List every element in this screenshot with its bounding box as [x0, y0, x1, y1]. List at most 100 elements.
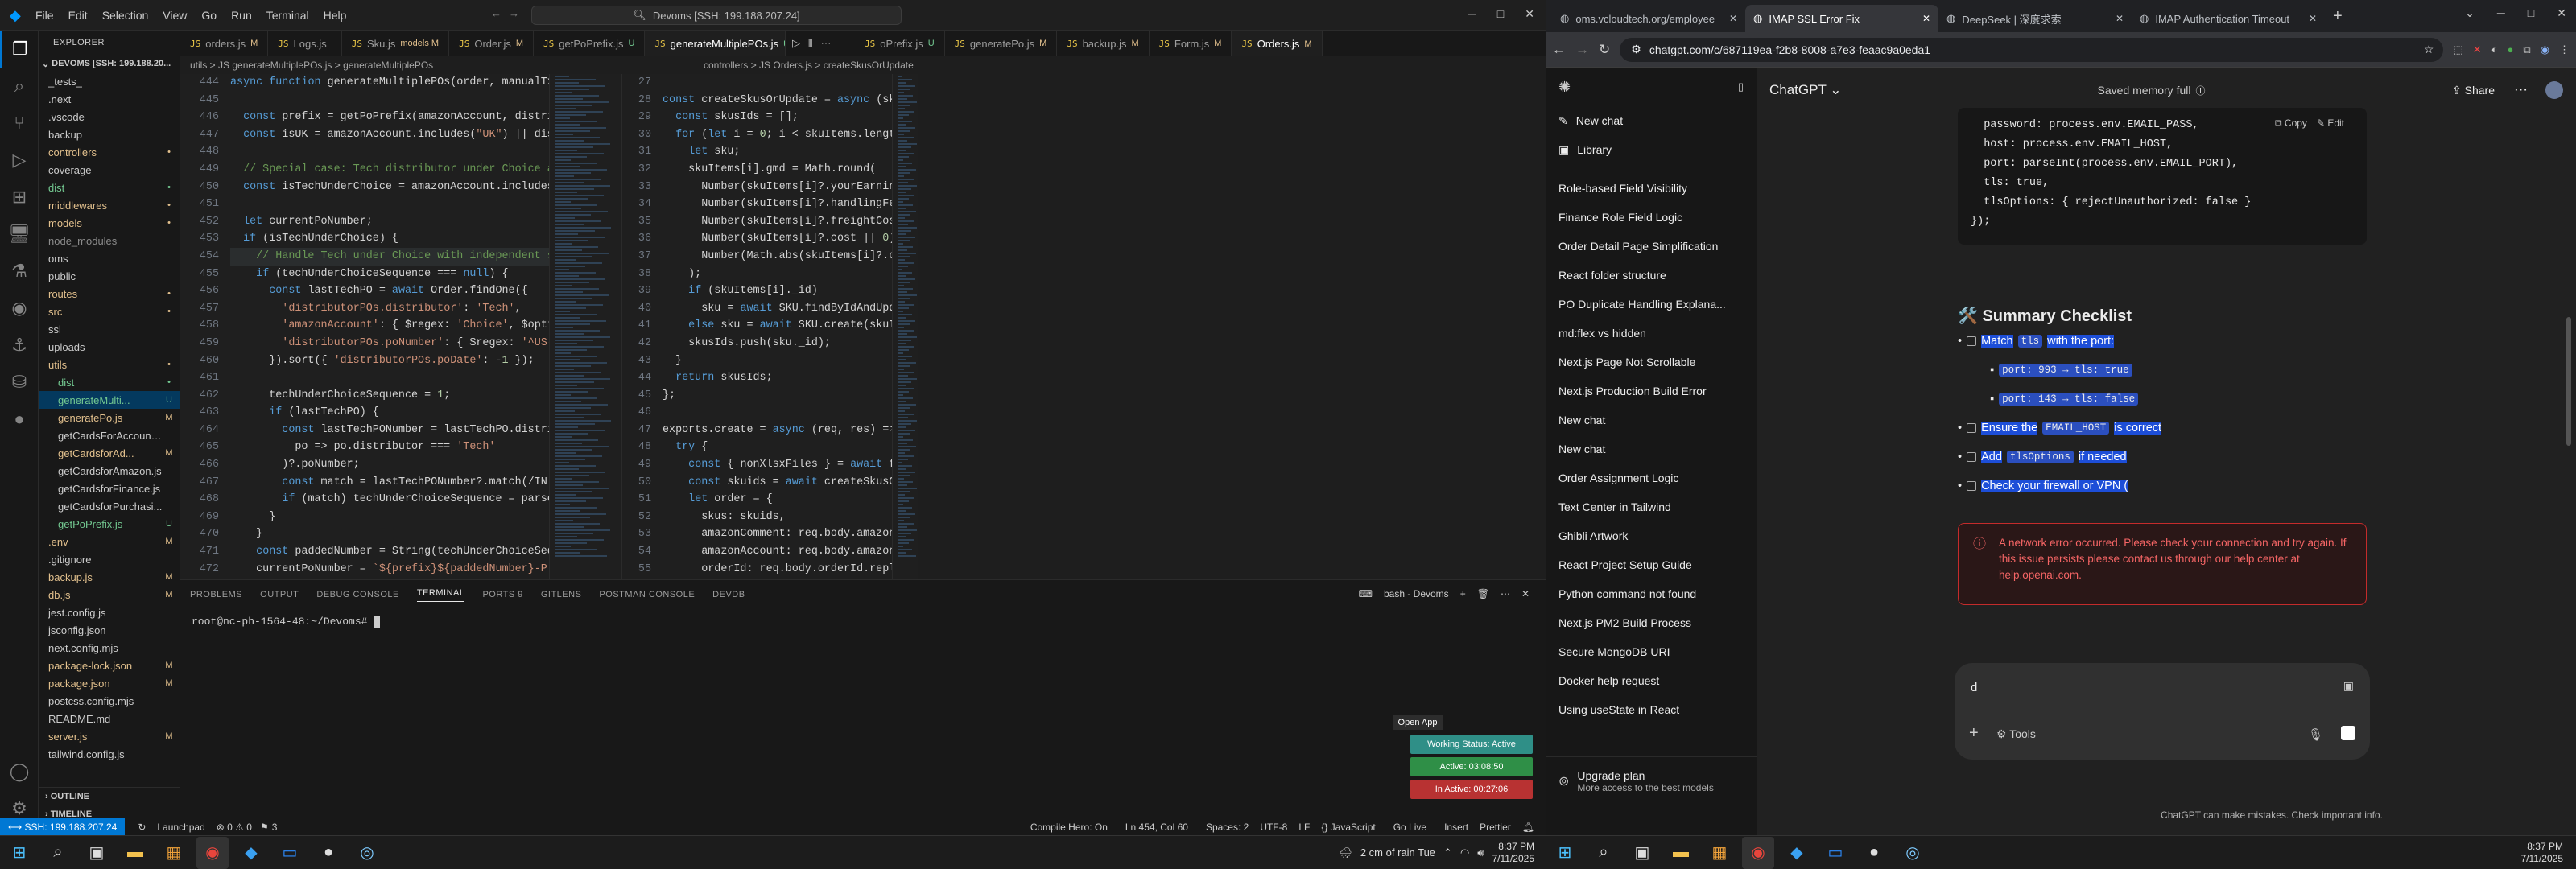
launchpad-button[interactable]: Launchpad [157, 822, 204, 833]
code-line[interactable] [663, 404, 892, 422]
tree-item[interactable]: middlewares • [39, 196, 180, 214]
editor-tab[interactable]: JS Logs.js [268, 31, 342, 56]
tree-item[interactable]: jsconfig.json [39, 621, 180, 639]
chrome-menu-icon[interactable]: ⋮ [2559, 43, 2570, 56]
clock[interactable]: 8:37 PM 7/11/2025 [1492, 841, 1535, 865]
memory-status[interactable]: Saved memory full [2098, 84, 2191, 97]
code-line[interactable]: }; [663, 387, 892, 405]
code-line[interactable]: skusIds.push(sku._id); [663, 335, 892, 352]
close-tab-icon[interactable]: ✕ [1922, 13, 1930, 24]
tree-item[interactable]: .env M [39, 533, 180, 550]
code-line[interactable]: const paddedNumber = String(techUnderCho… [230, 543, 549, 561]
code-line[interactable] [230, 92, 549, 109]
tree-item[interactable]: package.json M [39, 674, 180, 692]
code-line[interactable]: for (let i = 0; i < skuItems.length; i++… [663, 126, 892, 144]
code-content[interactable]: async function generateMultiplePOs(order… [230, 74, 549, 579]
close-tab-icon[interactable]: ✕ [2116, 13, 2124, 24]
code-line[interactable]: if (match) techUnderChoiceSequence = par… [230, 491, 549, 509]
tools-button[interactable]: ⚙︎ Tools [1996, 727, 2036, 741]
tree-item[interactable]: generateMulti... U [39, 391, 180, 409]
task-view-icon[interactable]: ▣ [80, 837, 113, 869]
tree-item[interactable]: utils • [39, 356, 180, 373]
code-line[interactable]: ); [663, 266, 892, 283]
edit-button[interactable]: ✎ Edit [2317, 117, 2344, 130]
code-line[interactable]: const { nonXlsxFiles } = await fileUploa… [663, 456, 892, 474]
checkbox-1[interactable] [1967, 336, 1977, 346]
windows-start-icon[interactable]: ⊞ [1549, 837, 1581, 869]
chat-composer[interactable]: d ▣ + ⚙︎ Tools 🎙︎ [1955, 663, 2370, 760]
code-line[interactable]: Number(skuItems[i]?.cost || 0) + [663, 230, 892, 248]
menu-item[interactable]: Terminal [266, 9, 309, 22]
more-options-icon[interactable]: ⋯ [2514, 82, 2528, 98]
chat-history-item[interactable]: PO Duplicate Handling Explana... [1546, 290, 1757, 319]
code-line[interactable]: if (techUnderChoiceSequence === null) { [230, 266, 549, 283]
code-line[interactable]: exports.create = async (req, res) => { [663, 422, 892, 439]
editor-tab[interactable]: JS getPoPrefix.js U [534, 31, 646, 56]
clock[interactable]: 8:37 PM 7/11/2025 [2521, 841, 2564, 865]
chat-history-item[interactable]: Secure MongoDB URI [1546, 637, 1757, 666]
search-icon[interactable]: ⌕ [0, 68, 39, 105]
extension-icon-2[interactable]: ✕ [2473, 43, 2482, 56]
terminal[interactable]: root@nc-ph-1564-48:~/Devoms# [180, 609, 1546, 634]
trash-icon[interactable]: 🗑︎ [1477, 588, 1489, 599]
zoom-icon[interactable]: ▭ [1819, 837, 1852, 869]
tree-item[interactable]: .vscode [39, 108, 180, 126]
problems-indicator[interactable]: ⊗ 0 ⚠ 0 [217, 822, 252, 833]
chat-history-item[interactable]: React Project Setup Guide [1546, 550, 1757, 579]
file-explorer-icon[interactable]: ▬ [119, 837, 151, 869]
editor-left[interactable]: 444 445 446 447 448 449 450 451 452 453 454 455 456 4… [180, 74, 549, 579]
tree-item[interactable]: backup [39, 126, 180, 143]
code-line[interactable]: techUnderChoiceSequence = 1; [230, 387, 549, 405]
tree-item[interactable]: backup.js M [39, 568, 180, 586]
tree-item[interactable]: dist • [39, 179, 180, 196]
browser-tab[interactable]: ◍ DeepSeek | 深度求索 ✕ [1938, 5, 2132, 32]
minimap-left[interactable] [549, 74, 621, 579]
account-icon[interactable]: ◯ [0, 753, 39, 790]
tree-item[interactable]: uploads [39, 338, 180, 356]
code-line[interactable]: let currentPoNumber; [230, 213, 549, 231]
code-line[interactable]: const skuids = await createSkusOrUpdate(… [663, 474, 892, 492]
more-icon[interactable]: ⋯ [820, 37, 831, 50]
new-tab-icon[interactable]: + [2333, 7, 2343, 26]
library-button[interactable]: ▣ Library [1546, 135, 1757, 164]
tree-item[interactable]: ssl [39, 320, 180, 338]
code-line[interactable]: // Special case: Tech distributor under … [230, 161, 549, 179]
code-line[interactable]: amazonComment: req.body.amazonComment, [663, 525, 892, 543]
tree-item[interactable]: getCardsforFinance.js [39, 480, 180, 497]
chat-history-item[interactable]: Role-based Field Visibility [1546, 174, 1757, 203]
bell-icon[interactable]: 🔔︎ [1522, 822, 1534, 833]
code-line[interactable]: async function generateMultiplePOs(order… [230, 74, 549, 92]
tree-item[interactable]: dist • [39, 373, 180, 391]
zoom-icon[interactable]: ▭ [274, 837, 306, 869]
code-line[interactable]: if (isTechUnderChoice) { [230, 230, 549, 248]
chat-history-item[interactable]: Next.js PM2 Build Process [1546, 608, 1757, 637]
chat-history-item[interactable]: Docker help request [1546, 666, 1757, 695]
url-bar[interactable]: ⚙︎ chatgpt.com/c/687119ea-f2b8-8008-a7e3-… [1620, 37, 2444, 62]
code-line[interactable]: const match = lastTechPONumber?.match(/I… [230, 474, 549, 492]
chat-history-item[interactable]: React folder structure [1546, 261, 1757, 290]
panel-tab[interactable]: GITLENS [541, 590, 582, 599]
model-selector[interactable]: ChatGPT ⌄ [1769, 82, 1842, 98]
ports-count[interactable]: 3 [272, 822, 278, 833]
panel-tab[interactable]: DEBUG CONSOLE [316, 590, 398, 599]
panel-tab[interactable]: PORTS 9 [482, 590, 522, 599]
nav-back-icon[interactable]: ← [491, 7, 502, 19]
close-icon[interactable]: ✕ [2557, 6, 2566, 20]
editor-right[interactable]: 27 28 29 30 31 32 33 34 35 36 37 38 39 40 41 42 43 44 45 46… [621, 74, 892, 579]
github-icon[interactable]: ● [1858, 837, 1890, 869]
chat-history-item[interactable]: Finance Role Field Logic [1546, 203, 1757, 232]
docker-icon[interactable]: ⚓︎ [0, 327, 39, 364]
code-line[interactable]: const skusIds = []; [663, 109, 892, 126]
github-icon[interactable]: ● [312, 837, 345, 869]
remote-indicator[interactable]: ⟷ SSH: 199.188.207.24 [0, 818, 126, 836]
panel-tab[interactable]: POSTMAN CONSOLE [599, 590, 695, 599]
code-line[interactable]: const lastTechPONumber = lastTechPO.dist… [230, 422, 549, 439]
memory-info-icon[interactable]: ⓘ [2195, 84, 2205, 97]
cursor-position[interactable]: Ln 454, Col 60 [1125, 822, 1188, 833]
tree-item[interactable]: db.js M [39, 586, 180, 603]
editor-tab[interactable]: JS backup.js M [1057, 31, 1150, 56]
panel-tab[interactable]: DEVDB [712, 590, 745, 599]
composer-text[interactable]: d [1971, 681, 1977, 694]
file-explorer-icon[interactable]: ▬ [1665, 837, 1697, 869]
editor-tab[interactable]: JS Orders.js M [1232, 31, 1323, 56]
